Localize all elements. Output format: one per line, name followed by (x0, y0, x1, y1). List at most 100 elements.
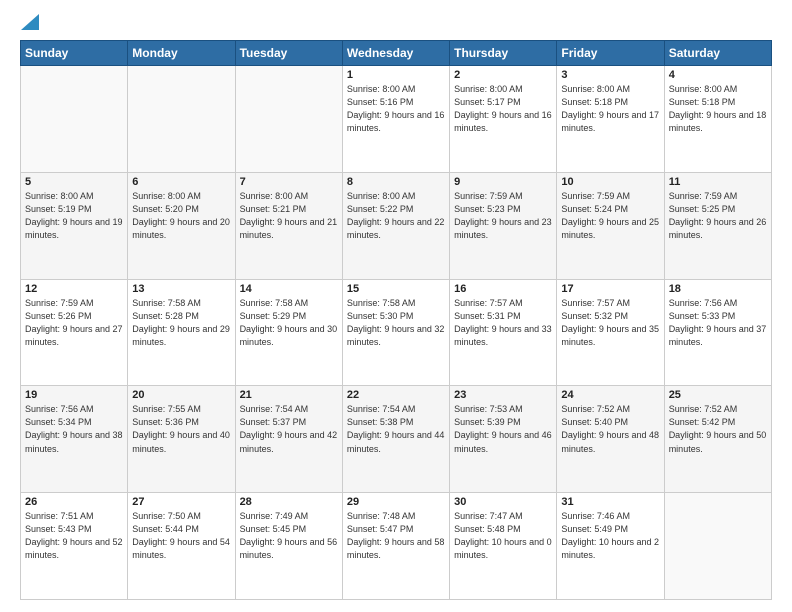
calendar-week-row: 26 Sunrise: 7:51 AM Sunset: 5:43 PM Dayli… (21, 493, 772, 600)
day-info: Sunrise: 7:59 AM Sunset: 5:26 PM Dayligh… (25, 297, 123, 349)
weekday-header: Tuesday (235, 41, 342, 66)
calendar-cell: 4Sunrise: 8:00 AM Sunset: 5:18 PM Daylig… (664, 66, 771, 173)
day-number: 27 (132, 496, 230, 508)
weekday-header: Thursday (450, 41, 557, 66)
day-info: Sunrise: 8:00 AM Sunset: 5:17 PM Dayligh… (454, 83, 552, 135)
day-number: 3 (561, 69, 659, 81)
calendar-cell: 13 Sunrise: 7:58 AM Sunset: 5:28 PM Dayli… (128, 279, 235, 386)
weekday-header: Friday (557, 41, 664, 66)
calendar-cell: 10 Sunrise: 7:59 AM Sunset: 5:24 PM Dayli… (557, 172, 664, 279)
day-info: Sunrise: 7:57 AM Sunset: 5:32 PM Dayligh… (561, 297, 659, 349)
day-number: 17 (561, 283, 659, 295)
day-info: Sunrise: 7:50 AM Sunset: 5:44 PM Dayligh… (132, 510, 230, 562)
calendar-cell: 12Sunrise: 7:59 AM Sunset: 5:26 PM Dayli… (21, 279, 128, 386)
calendar-cell (235, 66, 342, 173)
day-number: 6 (132, 176, 230, 188)
day-info: Sunrise: 8:00 AM Sunset: 5:22 PM Dayligh… (347, 190, 445, 242)
page: SundayMondayTuesdayWednesdayThursdayFrid… (0, 0, 792, 612)
logo (20, 18, 39, 30)
day-info: Sunrise: 7:55 AM Sunset: 5:36 PM Dayligh… (132, 403, 230, 455)
day-number: 11 (669, 176, 767, 188)
calendar-cell: 22Sunrise: 7:54 AM Sunset: 5:38 PM Dayli… (342, 386, 449, 493)
day-number: 5 (25, 176, 123, 188)
day-number: 19 (25, 389, 123, 401)
day-info: Sunrise: 7:53 AM Sunset: 5:39 PM Dayligh… (454, 403, 552, 455)
day-number: 25 (669, 389, 767, 401)
day-number: 16 (454, 283, 552, 295)
calendar-cell: 9 Sunrise: 7:59 AM Sunset: 5:23 PM Daylig… (450, 172, 557, 279)
day-number: 30 (454, 496, 552, 508)
day-info: Sunrise: 7:48 AM Sunset: 5:47 PM Dayligh… (347, 510, 445, 562)
calendar-cell: 5 Sunrise: 8:00 AM Sunset: 5:19 PM Daylig… (21, 172, 128, 279)
calendar-cell: 31 Sunrise: 7:46 AM Sunset: 5:49 PM Dayli… (557, 493, 664, 600)
weekday-header: Sunday (21, 41, 128, 66)
calendar-cell: 19 Sunrise: 7:56 AM Sunset: 5:34 PM Dayli… (21, 386, 128, 493)
calendar-cell: 18 Sunrise: 7:56 AM Sunset: 5:33 PM Dayli… (664, 279, 771, 386)
calendar-cell (21, 66, 128, 173)
calendar-cell: 28Sunrise: 7:49 AM Sunset: 5:45 PM Dayli… (235, 493, 342, 600)
day-info: Sunrise: 7:49 AM Sunset: 5:45 PM Dayligh… (240, 510, 338, 562)
calendar-header: SundayMondayTuesdayWednesdayThursdayFrid… (21, 41, 772, 66)
calendar-cell: 15 Sunrise: 7:58 AM Sunset: 5:30 PM Dayli… (342, 279, 449, 386)
day-info: Sunrise: 7:51 AM Sunset: 5:43 PM Dayligh… (25, 510, 123, 562)
calendar-cell: 7Sunrise: 8:00 AM Sunset: 5:21 PM Daylig… (235, 172, 342, 279)
calendar-week-row: 12Sunrise: 7:59 AM Sunset: 5:26 PM Dayli… (21, 279, 772, 386)
day-info: Sunrise: 7:46 AM Sunset: 5:49 PM Dayligh… (561, 510, 659, 562)
day-info: Sunrise: 7:57 AM Sunset: 5:31 PM Dayligh… (454, 297, 552, 349)
day-number: 26 (25, 496, 123, 508)
calendar-cell: 29 Sunrise: 7:48 AM Sunset: 5:47 PM Dayli… (342, 493, 449, 600)
day-info: Sunrise: 7:54 AM Sunset: 5:37 PM Dayligh… (240, 403, 338, 455)
day-info: Sunrise: 8:00 AM Sunset: 5:16 PM Dayligh… (347, 83, 445, 135)
calendar-cell: 11 Sunrise: 7:59 AM Sunset: 5:25 PM Dayli… (664, 172, 771, 279)
calendar-cell: 25Sunrise: 7:52 AM Sunset: 5:42 PM Dayli… (664, 386, 771, 493)
weekday-row: SundayMondayTuesdayWednesdayThursdayFrid… (21, 41, 772, 66)
calendar-table: SundayMondayTuesdayWednesdayThursdayFrid… (20, 40, 772, 600)
calendar-week-row: 19 Sunrise: 7:56 AM Sunset: 5:34 PM Dayli… (21, 386, 772, 493)
day-info: Sunrise: 7:56 AM Sunset: 5:34 PM Dayligh… (25, 403, 123, 455)
calendar-cell (128, 66, 235, 173)
calendar-cell: 26 Sunrise: 7:51 AM Sunset: 5:43 PM Dayli… (21, 493, 128, 600)
weekday-header: Monday (128, 41, 235, 66)
calendar-cell: 3 Sunrise: 8:00 AM Sunset: 5:18 PM Daylig… (557, 66, 664, 173)
day-info: Sunrise: 8:00 AM Sunset: 5:20 PM Dayligh… (132, 190, 230, 242)
day-number: 2 (454, 69, 552, 81)
day-number: 14 (240, 283, 338, 295)
day-number: 18 (669, 283, 767, 295)
day-info: Sunrise: 8:00 AM Sunset: 5:18 PM Dayligh… (561, 83, 659, 135)
day-number: 1 (347, 69, 445, 81)
day-info: Sunrise: 7:52 AM Sunset: 5:40 PM Dayligh… (561, 403, 659, 455)
calendar-body: 1 Sunrise: 8:00 AM Sunset: 5:16 PM Daylig… (21, 66, 772, 600)
calendar-cell: 23 Sunrise: 7:53 AM Sunset: 5:39 PM Dayli… (450, 386, 557, 493)
day-info: Sunrise: 8:00 AM Sunset: 5:19 PM Dayligh… (25, 190, 123, 242)
calendar-cell: 2 Sunrise: 8:00 AM Sunset: 5:17 PM Daylig… (450, 66, 557, 173)
weekday-header: Wednesday (342, 41, 449, 66)
day-number: 23 (454, 389, 552, 401)
day-info: Sunrise: 7:59 AM Sunset: 5:24 PM Dayligh… (561, 190, 659, 242)
day-info: Sunrise: 7:56 AM Sunset: 5:33 PM Dayligh… (669, 297, 767, 349)
calendar-cell: 24Sunrise: 7:52 AM Sunset: 5:40 PM Dayli… (557, 386, 664, 493)
day-number: 10 (561, 176, 659, 188)
day-info: Sunrise: 8:00 AM Sunset: 5:21 PM Dayligh… (240, 190, 338, 242)
calendar-week-row: 1 Sunrise: 8:00 AM Sunset: 5:16 PM Daylig… (21, 66, 772, 173)
calendar-cell: 27 Sunrise: 7:50 AM Sunset: 5:44 PM Dayli… (128, 493, 235, 600)
day-info: Sunrise: 7:47 AM Sunset: 5:48 PM Dayligh… (454, 510, 552, 562)
day-info: Sunrise: 7:59 AM Sunset: 5:23 PM Dayligh… (454, 190, 552, 242)
calendar-cell: 30 Sunrise: 7:47 AM Sunset: 5:48 PM Dayli… (450, 493, 557, 600)
day-info: Sunrise: 7:58 AM Sunset: 5:30 PM Dayligh… (347, 297, 445, 349)
weekday-header: Saturday (664, 41, 771, 66)
calendar-cell: 20Sunrise: 7:55 AM Sunset: 5:36 PM Dayli… (128, 386, 235, 493)
day-info: Sunrise: 7:58 AM Sunset: 5:28 PM Dayligh… (132, 297, 230, 349)
day-info: Sunrise: 8:00 AM Sunset: 5:18 PM Dayligh… (669, 83, 767, 135)
day-number: 8 (347, 176, 445, 188)
day-number: 21 (240, 389, 338, 401)
day-number: 13 (132, 283, 230, 295)
calendar-cell: 17 Sunrise: 7:57 AM Sunset: 5:32 PM Dayli… (557, 279, 664, 386)
calendar-cell: 8 Sunrise: 8:00 AM Sunset: 5:22 PM Daylig… (342, 172, 449, 279)
calendar-cell: 6 Sunrise: 8:00 AM Sunset: 5:20 PM Daylig… (128, 172, 235, 279)
day-number: 29 (347, 496, 445, 508)
day-number: 9 (454, 176, 552, 188)
day-number: 15 (347, 283, 445, 295)
day-number: 31 (561, 496, 659, 508)
day-info: Sunrise: 7:59 AM Sunset: 5:25 PM Dayligh… (669, 190, 767, 242)
day-info: Sunrise: 7:58 AM Sunset: 5:29 PM Dayligh… (240, 297, 338, 349)
